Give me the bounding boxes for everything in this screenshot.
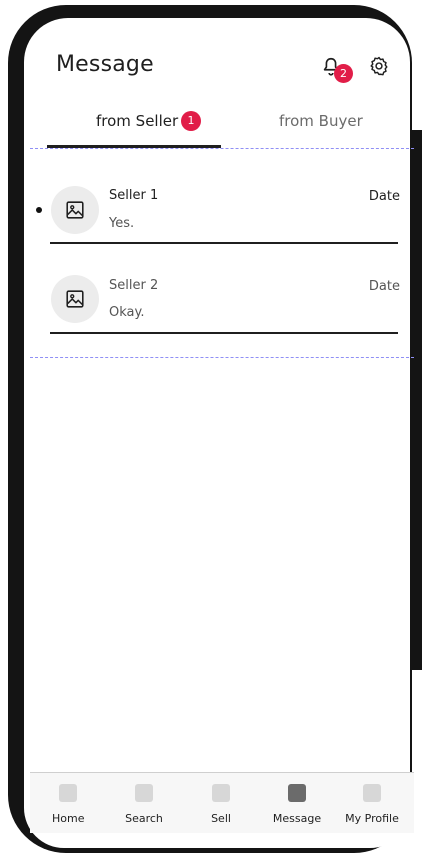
profile-icon — [363, 784, 381, 802]
avatar[interactable] — [51, 186, 99, 234]
sell-icon — [212, 784, 230, 802]
search-icon — [135, 784, 153, 802]
nav-sell[interactable]: Sell — [207, 784, 235, 825]
avatar[interactable] — [51, 275, 99, 323]
notification-badge: 2 — [334, 64, 353, 83]
nav-label: Message — [272, 812, 322, 825]
message-icon — [288, 784, 306, 802]
nav-home[interactable]: Home — [52, 784, 84, 825]
nav-label: Home — [52, 812, 85, 825]
nav-message[interactable]: Message — [272, 784, 322, 825]
tab-from-seller[interactable]: from Seller — [96, 112, 178, 130]
nav-label: Search — [125, 812, 163, 825]
image-icon — [66, 201, 84, 219]
unread-indicator — [36, 207, 42, 213]
nav-my-profile[interactable]: My Profile — [344, 784, 400, 825]
gear-icon[interactable] — [368, 55, 390, 77]
screen — [24, 18, 410, 848]
nav-search[interactable]: Search — [124, 784, 164, 825]
image-icon — [66, 290, 84, 308]
conversation-preview: Okay. — [109, 305, 145, 320]
page-title: Message — [56, 52, 154, 77]
nav-label: Sell — [211, 812, 231, 825]
conversation-name[interactable]: Seller 2 — [109, 278, 158, 293]
guide-line-bottom — [30, 357, 414, 358]
conversation-date: Date — [368, 189, 400, 204]
conversation-name[interactable]: Seller 1 — [109, 188, 158, 203]
tab-badge: 1 — [181, 111, 201, 131]
home-icon — [59, 784, 77, 802]
tab-from-buyer[interactable]: from Buyer — [279, 112, 363, 130]
guide-line-top — [30, 148, 414, 149]
row-divider — [50, 332, 398, 334]
phone-bezel-right — [410, 130, 422, 670]
conversation-preview: Yes. — [109, 216, 135, 231]
row-divider — [50, 242, 398, 244]
conversation-date: Date — [368, 279, 400, 294]
nav-label: My Profile — [345, 812, 399, 825]
